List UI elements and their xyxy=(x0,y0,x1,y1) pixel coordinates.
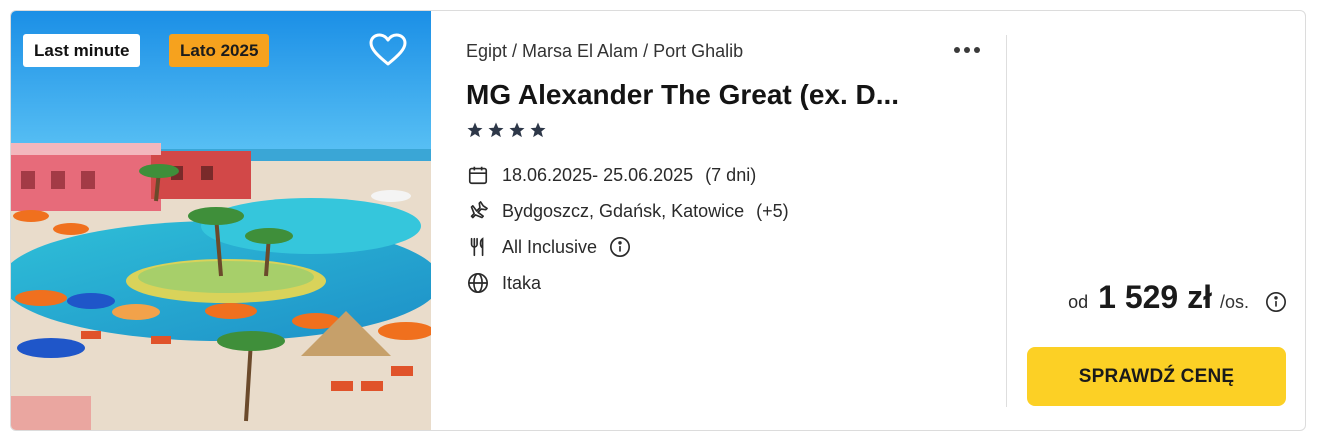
board-info-icon[interactable] xyxy=(609,236,631,258)
hotel-stars xyxy=(466,121,547,139)
check-price-button[interactable]: SPRAWDŹ CENĘ xyxy=(1027,347,1286,406)
cutlery-icon xyxy=(466,235,490,259)
price-per-person: /os. xyxy=(1219,292,1249,312)
board-type: All Inclusive xyxy=(502,236,598,257)
plane-icon xyxy=(466,199,490,223)
more-options-button[interactable] xyxy=(950,38,984,62)
tour-operator: Itaka xyxy=(502,272,542,293)
hotel-name[interactable]: MG Alexander The Great (ex. D... xyxy=(466,79,899,111)
price-block: od 1 529 zł /os. xyxy=(1068,279,1287,316)
favorite-button[interactable] xyxy=(369,33,407,67)
heart-icon xyxy=(369,33,407,66)
column-divider xyxy=(1006,35,1007,407)
last-minute-badge: Last minute xyxy=(23,34,141,67)
location-breadcrumb[interactable]: Egipt / Marsa El Alam / Port Ghalib xyxy=(466,41,743,62)
board-row: All Inclusive xyxy=(466,235,631,259)
star-icon xyxy=(530,122,546,138)
star-icon xyxy=(467,122,483,138)
hotel-photo[interactable]: Last minute Lato 2025 xyxy=(11,11,431,430)
price-prefix: od xyxy=(1068,292,1089,312)
globe-icon xyxy=(466,271,490,295)
trip-duration: (7 dni) xyxy=(705,164,757,185)
dates-row: 18.06.2025- 25.06.2025 (7 dni) xyxy=(466,163,756,187)
resort-pool-image xyxy=(11,11,431,430)
offer-details: Egipt / Marsa El Alam / Port Ghalib MG A… xyxy=(466,11,1006,430)
more-airports[interactable]: (+5) xyxy=(756,201,789,222)
airports-row: Bydgoszcz, Gdańsk, Katowice (+5) xyxy=(466,199,789,223)
price-amount: 1 529 zł xyxy=(1098,279,1212,315)
offer-card[interactable]: Last minute Lato 2025 Egipt / Marsa El A… xyxy=(10,10,1306,431)
departure-airports: Bydgoszcz, Gdańsk, Katowice xyxy=(502,200,745,221)
star-icon xyxy=(509,122,525,138)
calendar-icon xyxy=(466,163,490,187)
date-range: 18.06.2025- 25.06.2025 xyxy=(502,164,694,185)
season-badge: Lato 2025 xyxy=(169,34,270,67)
star-icon xyxy=(488,122,504,138)
price-info-icon[interactable] xyxy=(1265,291,1287,313)
more-dots-icon xyxy=(954,47,960,53)
operator-row: Itaka xyxy=(466,271,541,295)
